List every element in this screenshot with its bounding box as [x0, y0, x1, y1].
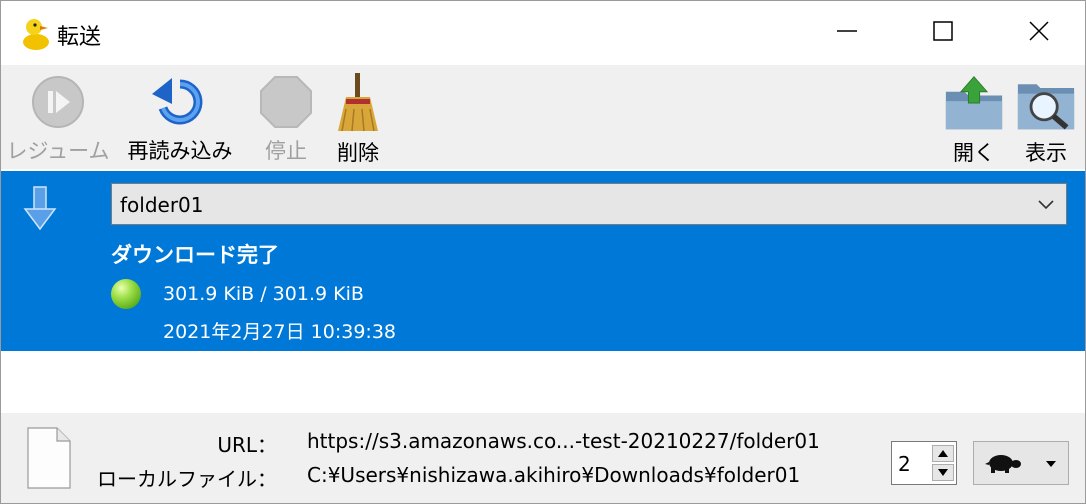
local-file-label: ローカルファイル： — [97, 467, 277, 491]
connections-stepper[interactable]: 2 — [891, 441, 957, 485]
show-label: 表示 — [1025, 141, 1067, 165]
stepper-down-button[interactable] — [932, 464, 954, 481]
duck-icon — [23, 19, 49, 50]
delete-label: 削除 — [337, 141, 379, 165]
open-label: 開く — [953, 141, 995, 165]
resume-label: レジューム — [6, 139, 110, 163]
reload-label: 再読み込み — [127, 139, 233, 163]
file-icon — [27, 427, 71, 489]
transfer-window: 転送 レジューム 再読み込み 停止 削除 開く 表示 folder01 ダウンロ… — [0, 0, 1086, 504]
info-bar: URL： https://s3.amazonaws.co...-test-202… — [1, 413, 1085, 503]
chevron-down-icon — [1038, 200, 1054, 210]
stop-button[interactable]: 停止 — [253, 73, 319, 165]
transfer-status: ダウンロード完了 — [111, 243, 279, 267]
resume-icon — [32, 76, 84, 128]
close-button[interactable] — [991, 1, 1086, 61]
folder-open-icon — [945, 76, 1003, 130]
download-arrow-icon — [23, 186, 57, 231]
caret-up-icon — [938, 450, 948, 457]
dropdown-caret-icon — [1046, 461, 1056, 467]
stop-label: 停止 — [265, 139, 307, 163]
status-indicator-icon — [111, 279, 141, 309]
turtle-icon — [985, 455, 1021, 473]
folder-dropdown-value: folder01 — [120, 193, 204, 217]
show-button[interactable]: 表示 — [1013, 73, 1079, 165]
toolbar: レジューム 再読み込み 停止 削除 開く 表示 — [1, 65, 1085, 169]
minimize-icon — [837, 30, 857, 32]
maximize-button[interactable] — [895, 1, 991, 61]
transfer-item[interactable]: folder01 ダウンロード完了 301.9 KiB / 301.9 KiB … — [1, 171, 1085, 351]
broom-icon — [338, 73, 378, 132]
open-button[interactable]: 開く — [941, 73, 1007, 165]
caret-down-icon — [938, 469, 948, 476]
delete-button[interactable]: 削除 — [327, 73, 389, 165]
stepper-up-button[interactable] — [932, 445, 954, 462]
transfer-size: 301.9 KiB / 301.9 KiB — [163, 283, 364, 305]
title-bar: 転送 — [1, 1, 1085, 65]
window-title: 転送 — [57, 25, 102, 50]
stop-icon — [260, 76, 312, 128]
connections-value[interactable]: 2 — [898, 452, 911, 476]
resume-button[interactable]: レジューム — [6, 73, 110, 165]
maximize-icon — [933, 21, 953, 41]
speed-limit-dropdown[interactable] — [973, 441, 1069, 485]
local-file-value[interactable]: C:¥Users¥nishizawa.akihiro¥Downloads¥fol… — [307, 463, 800, 487]
reload-button[interactable]: 再読み込み — [121, 73, 239, 165]
close-icon — [1029, 21, 1049, 41]
url-label: URL： — [217, 433, 277, 457]
reload-icon — [152, 78, 203, 125]
folder-search-icon — [1017, 84, 1075, 130]
transfer-list-empty-area — [1, 351, 1085, 413]
minimize-button[interactable] — [799, 1, 895, 61]
url-value[interactable]: https://s3.amazonaws.co...-test-20210227… — [307, 429, 820, 453]
transfer-timestamp: 2021年2月27日 10:39:38 — [163, 321, 396, 343]
folder-dropdown[interactable]: folder01 — [111, 183, 1067, 225]
